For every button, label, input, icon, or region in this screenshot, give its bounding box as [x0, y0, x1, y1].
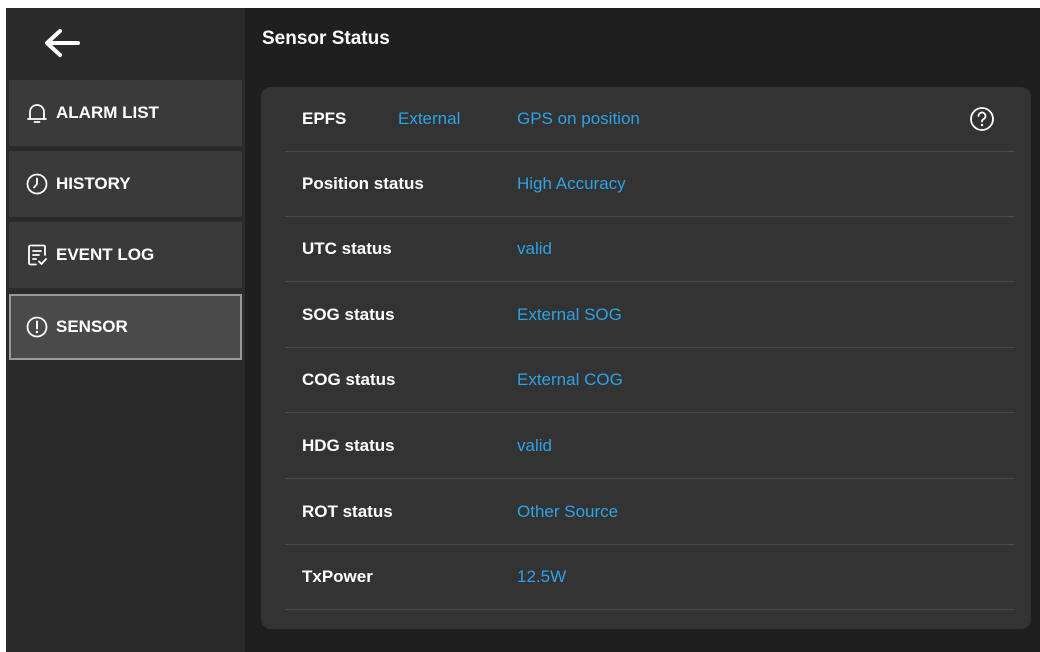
sidebar-item-event-log[interactable]: EVENT LOG	[9, 222, 242, 288]
sidebar-item-label: EVENT LOG	[56, 245, 155, 264]
sensor-row-cog-status: COG status External COG	[285, 348, 1015, 413]
row-value: GPS on position	[517, 109, 640, 128]
sensor-row-utc-status: UTC status valid	[285, 217, 1015, 282]
row-label: ROT status	[302, 502, 393, 521]
bell-icon	[25, 101, 49, 125]
sensor-row-txpower: TxPower 12.5W	[285, 545, 1015, 610]
sensor-row-epfs: EPFS External GPS on position	[285, 87, 1015, 152]
row-value: 12.5W	[517, 567, 567, 586]
sidebar-item-history[interactable]: HISTORY	[9, 151, 242, 217]
sidebar-item-label: HISTORY	[56, 174, 131, 193]
row-value: valid	[517, 436, 552, 455]
clock-icon	[25, 172, 49, 196]
question-circle-icon	[970, 107, 994, 131]
row-value: External COG	[517, 370, 623, 389]
sensor-row-rot-status: ROT status Other Source	[285, 480, 1015, 545]
row-label: HDG status	[302, 436, 395, 455]
sidebar-item-label: ALARM LIST	[56, 103, 159, 122]
sidebar: ALARM LIST HISTORY EVENT LOG SENSOR	[6, 8, 245, 652]
row-label: Position status	[302, 174, 424, 193]
app-window: ALARM LIST HISTORY EVENT LOG SENSOR Sens…	[6, 8, 1040, 652]
row-value: High Accuracy	[517, 174, 626, 193]
sensor-row-sog-status: SOG status External SOG	[285, 283, 1015, 348]
row-value: Other Source	[517, 502, 619, 521]
sensor-row-position-status: Position status High Accuracy	[285, 152, 1015, 217]
arrow-left-icon	[45, 29, 80, 57]
sidebar-item-alarm-list[interactable]: ALARM LIST	[9, 80, 242, 146]
back-button[interactable]	[40, 26, 84, 60]
epfs-source: External	[398, 109, 461, 128]
exclamation-circle-icon	[25, 315, 49, 339]
sidebar-item-sensor[interactable]: SENSOR	[9, 294, 242, 360]
row-label: SOG status	[302, 305, 395, 324]
row-label: EPFS	[302, 109, 347, 128]
sensor-status-panel: EPFS External GPS on position Position s…	[261, 87, 1031, 629]
sensor-row-hdg-status: HDG status valid	[285, 414, 1015, 479]
row-value: External SOG	[517, 305, 622, 324]
row-label: COG status	[302, 370, 396, 389]
checklist-icon	[25, 243, 49, 267]
help-button[interactable]	[967, 104, 997, 134]
page-title: Sensor Status	[262, 28, 390, 49]
row-value: valid	[517, 239, 552, 258]
row-label: UTC status	[302, 239, 392, 258]
row-label: TxPower	[302, 567, 373, 586]
sidebar-item-label: SENSOR	[56, 317, 128, 336]
